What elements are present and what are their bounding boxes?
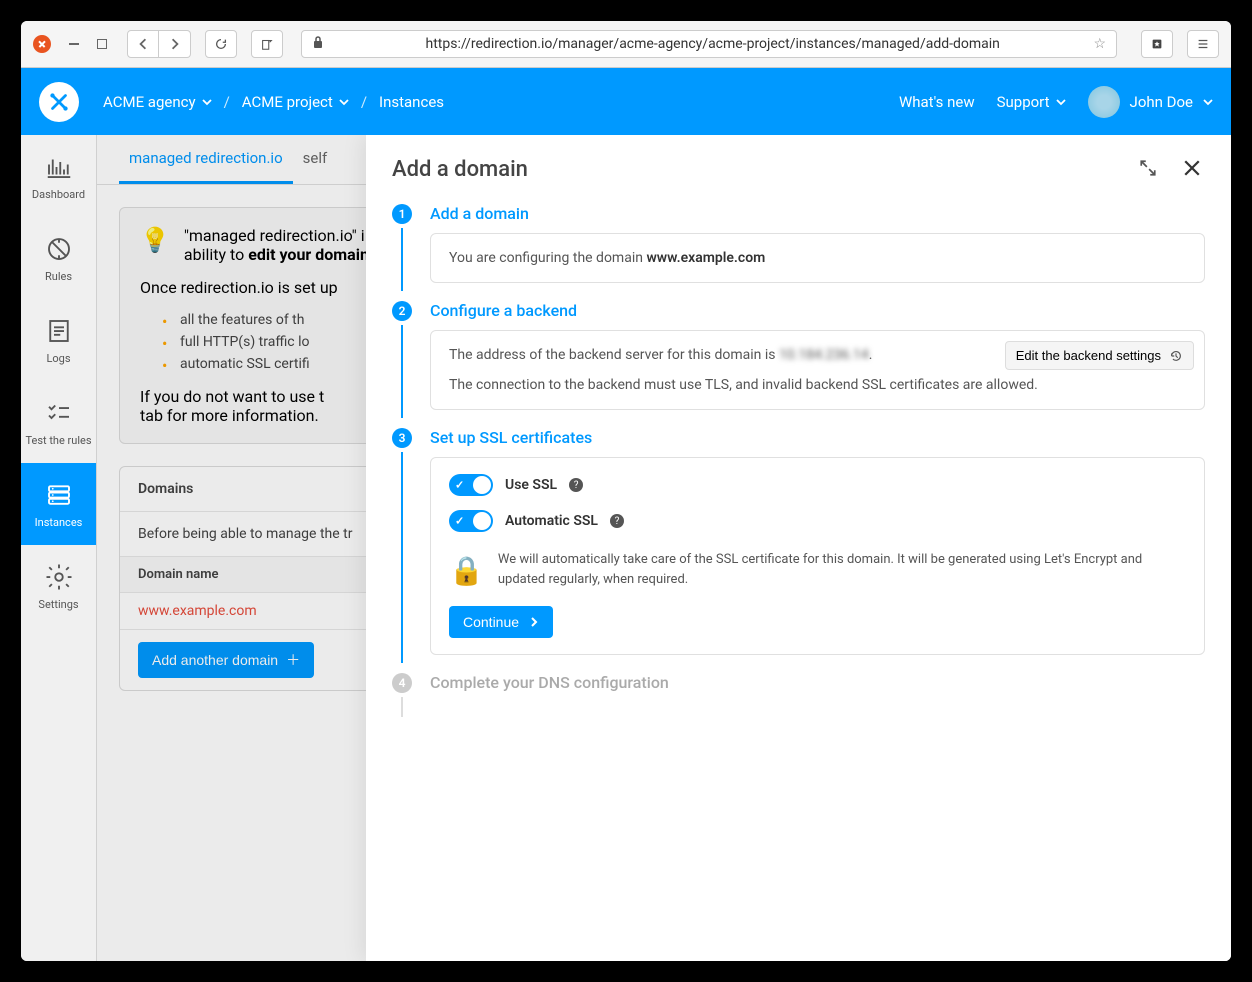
sidebar-item-rules[interactable]: Rules xyxy=(21,217,96,299)
gear-icon xyxy=(44,562,74,592)
drawer-title: Add a domain xyxy=(392,157,528,182)
breadcrumb-separator: / xyxy=(355,93,373,111)
button-label: Edit the backend settings xyxy=(1016,348,1161,363)
automatic-ssl-toggle[interactable] xyxy=(449,510,493,532)
url-bar[interactable]: https://redirection.io/manager/acme-agen… xyxy=(301,30,1117,58)
step-number: 2 xyxy=(392,301,412,321)
breadcrumb-label: Instances xyxy=(379,93,444,111)
sidebar-label: Logs xyxy=(46,352,70,365)
info-text: tab for more information. xyxy=(140,406,319,425)
use-ssl-toggle[interactable] xyxy=(449,474,493,496)
menu-button[interactable] xyxy=(1187,30,1219,58)
app-logo[interactable] xyxy=(39,82,79,122)
window-close-button[interactable] xyxy=(33,35,51,53)
barchart-icon xyxy=(44,152,74,182)
sidebar-item-test[interactable]: Test the rules xyxy=(21,381,96,463)
lock-icon: 🔒 xyxy=(449,550,484,592)
step-number: 1 xyxy=(392,204,412,224)
sidebar-label: Test the rules xyxy=(25,434,91,447)
add-domain-drawer: Add a domain 1 Add a domain You xyxy=(366,135,1231,961)
sidebar-label: Instances xyxy=(35,516,83,529)
step-number: 4 xyxy=(392,673,412,693)
add-another-domain-button[interactable]: Add another domain ＋ xyxy=(138,642,314,678)
support-label: Support xyxy=(997,93,1050,111)
forward-button[interactable] xyxy=(159,30,191,58)
user-name: John Doe xyxy=(1130,93,1193,111)
domain-name: www.example.com xyxy=(646,250,765,266)
expand-button[interactable] xyxy=(1135,155,1161,184)
tab-self[interactable]: self xyxy=(293,135,338,184)
checklist-icon xyxy=(44,398,74,428)
window-maximize-button[interactable] xyxy=(97,39,107,49)
sidebar-item-settings[interactable]: Settings xyxy=(21,545,96,627)
sidebar-item-dashboard[interactable]: Dashboard xyxy=(21,135,96,217)
sidebar-item-instances[interactable]: Instances xyxy=(21,463,96,545)
sidebar: Dashboard Rules Logs Test the rules Inst… xyxy=(21,135,97,961)
lock-icon xyxy=(312,35,324,53)
logs-icon xyxy=(44,316,74,346)
bookmarks-button[interactable] xyxy=(1141,30,1173,58)
help-icon[interactable]: ? xyxy=(569,478,583,492)
chevron-down-icon xyxy=(1203,93,1213,111)
backend-ip: 10.184.236.14 xyxy=(779,347,869,363)
ssl-info-text: We will automatically take care of the S… xyxy=(498,550,1186,592)
sidebar-label: Dashboard xyxy=(32,188,85,201)
history-icon xyxy=(1169,349,1183,363)
bookmark-star-icon[interactable]: ☆ xyxy=(1093,36,1106,52)
step-3-box: Use SSL ? Automatic SSL ? 🔒 We will auto… xyxy=(430,457,1205,655)
tab-managed[interactable]: managed redirection.io xyxy=(119,135,293,184)
breadcrumb-project[interactable]: ACME project xyxy=(236,93,355,111)
chevron-right-icon xyxy=(529,617,539,627)
toggle-label: Automatic SSL xyxy=(505,513,598,529)
bulb-icon: 💡 xyxy=(140,226,170,264)
user-menu[interactable]: John Doe xyxy=(1088,86,1213,118)
sidebar-label: Rules xyxy=(45,270,72,283)
button-label: Add another domain xyxy=(152,652,278,668)
step-number: 3 xyxy=(392,428,412,448)
breadcrumb-label: ACME agency xyxy=(103,93,196,111)
step-title: Configure a backend xyxy=(430,301,1205,320)
info-text: If you do not want to use t xyxy=(140,387,324,406)
reader-button[interactable] xyxy=(251,30,283,58)
step-title: Set up SSL certificates xyxy=(430,428,1205,447)
back-button[interactable] xyxy=(127,30,159,58)
sidebar-item-logs[interactable]: Logs xyxy=(21,299,96,381)
window-minimize-button[interactable] xyxy=(69,43,79,45)
breadcrumb-separator: / xyxy=(218,93,236,111)
info-bold: edit your domain xyxy=(248,245,369,264)
step-title: Add a domain xyxy=(430,204,1205,223)
edit-backend-button[interactable]: Edit the backend settings xyxy=(1005,341,1194,370)
step-title: Complete your DNS configuration xyxy=(430,673,1205,692)
chevron-down-icon xyxy=(339,93,349,111)
rules-icon xyxy=(44,234,74,264)
step-1-box: You are configuring the domain www.examp… xyxy=(430,233,1205,283)
step-text: You are configuring the domain xyxy=(449,250,646,266)
plus-icon: ＋ xyxy=(286,650,300,670)
avatar xyxy=(1088,86,1120,118)
continue-button[interactable]: Continue xyxy=(449,606,553,638)
reload-button[interactable] xyxy=(205,30,237,58)
close-button[interactable] xyxy=(1179,155,1205,184)
url-text: https://redirection.io/manager/acme-agen… xyxy=(332,36,1093,52)
breadcrumb-label: ACME project xyxy=(242,93,333,111)
help-icon[interactable]: ? xyxy=(610,514,624,528)
info-text: "managed redirection.io" i xyxy=(184,226,365,245)
support-menu[interactable]: Support xyxy=(991,93,1072,111)
server-icon xyxy=(44,480,74,510)
step-text: The address of the backend server for th… xyxy=(449,347,779,363)
step-text: The connection to the backend must use T… xyxy=(449,377,1186,393)
chevron-down-icon xyxy=(202,93,212,111)
whats-new-link[interactable]: What's new xyxy=(899,93,975,111)
button-label: Continue xyxy=(463,614,519,630)
breadcrumb-instances[interactable]: Instances xyxy=(373,93,450,111)
browser-chrome: https://redirection.io/manager/acme-agen… xyxy=(21,21,1231,68)
domain-link[interactable]: www.example.com xyxy=(138,603,257,619)
chevron-down-icon xyxy=(1056,93,1066,111)
toggle-label: Use SSL xyxy=(505,477,557,493)
sidebar-label: Settings xyxy=(38,598,78,611)
app-header: ACME agency / ACME project / Instances W… xyxy=(21,68,1231,135)
breadcrumb-agency[interactable]: ACME agency xyxy=(97,93,218,111)
step-2-box: Edit the backend settings The address of… xyxy=(430,330,1205,410)
